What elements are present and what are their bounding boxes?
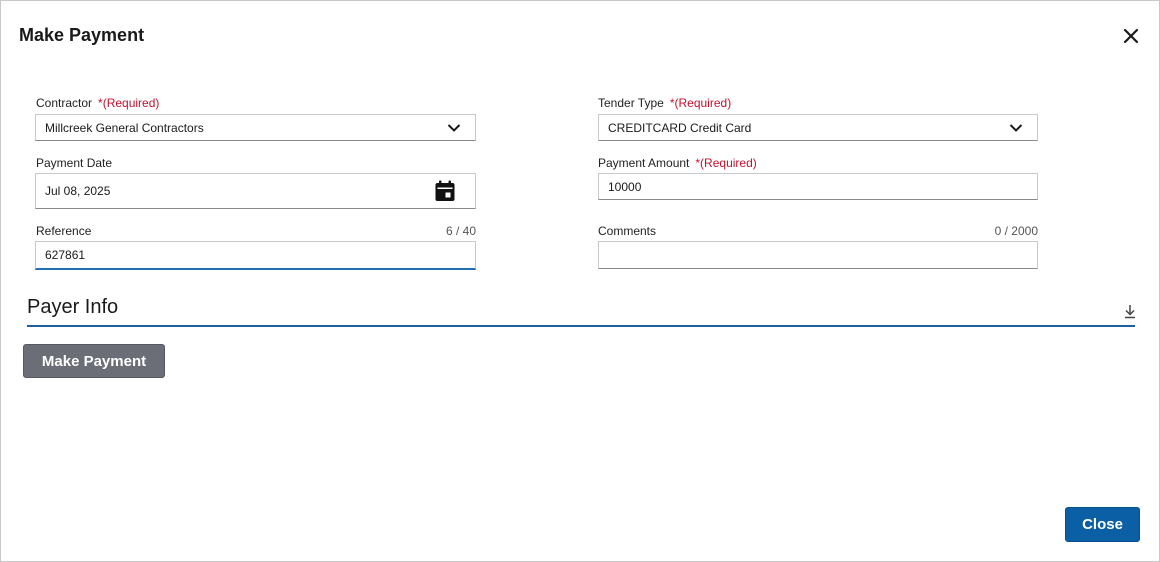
tender-type-value: CREDITCARD Credit Card [608,120,752,135]
reference-char-counter: 6 / 40 [445,224,476,238]
dialog-title: Make Payment [19,25,145,45]
tender-type-label-text: Tender Type [598,96,664,110]
close-icon[interactable] [1118,23,1144,49]
comments-char-counter: 0 / 2000 [994,224,1038,238]
payment-date-label: Payment Date [36,156,113,170]
contractor-label: Contractor *(Required) [36,96,159,110]
reference-value: 627861 [45,248,86,262]
reference-label: Reference [36,224,92,238]
tender-type-label: Tender Type *(Required) [598,96,731,110]
required-marker: *(Required) [669,96,732,110]
tender-type-select[interactable]: CREDITCARD Credit Card [598,114,1038,141]
comments-input[interactable] [598,241,1038,269]
make-payment-button[interactable]: Make Payment [23,344,165,378]
collapse-arrow-icon[interactable] [1123,303,1137,319]
payment-date-value: Jul 08, 2025 [45,184,111,198]
required-marker: *(Required) [98,96,160,110]
calendar-icon[interactable] [434,180,456,202]
contractor-label-text: Contractor [36,96,93,110]
reference-input[interactable]: 627861 [35,241,476,270]
comments-label: Comments [598,224,657,238]
payer-info-title[interactable]: Payer Info [27,296,118,319]
contractor-select[interactable]: Millcreek General Contractors [35,114,476,141]
payment-date-field[interactable]: Jul 08, 2025 [35,173,476,209]
chevron-down-icon [447,123,461,132]
payment-amount-input[interactable]: 10000 [598,173,1038,200]
payment-amount-label: Payment Amount *(Required) [598,156,757,170]
chevron-down-icon [1009,123,1023,132]
make-payment-dialog: Make Payment Contractor *(Required) Millc… [0,0,1160,562]
required-marker: *(Required) [695,156,757,170]
close-button[interactable]: Close [1065,507,1140,542]
payment-amount-label-text: Payment Amount [598,156,690,170]
payment-amount-value: 10000 [608,179,642,194]
contractor-value: Millcreek General Contractors [45,120,204,135]
section-divider [27,325,1135,327]
